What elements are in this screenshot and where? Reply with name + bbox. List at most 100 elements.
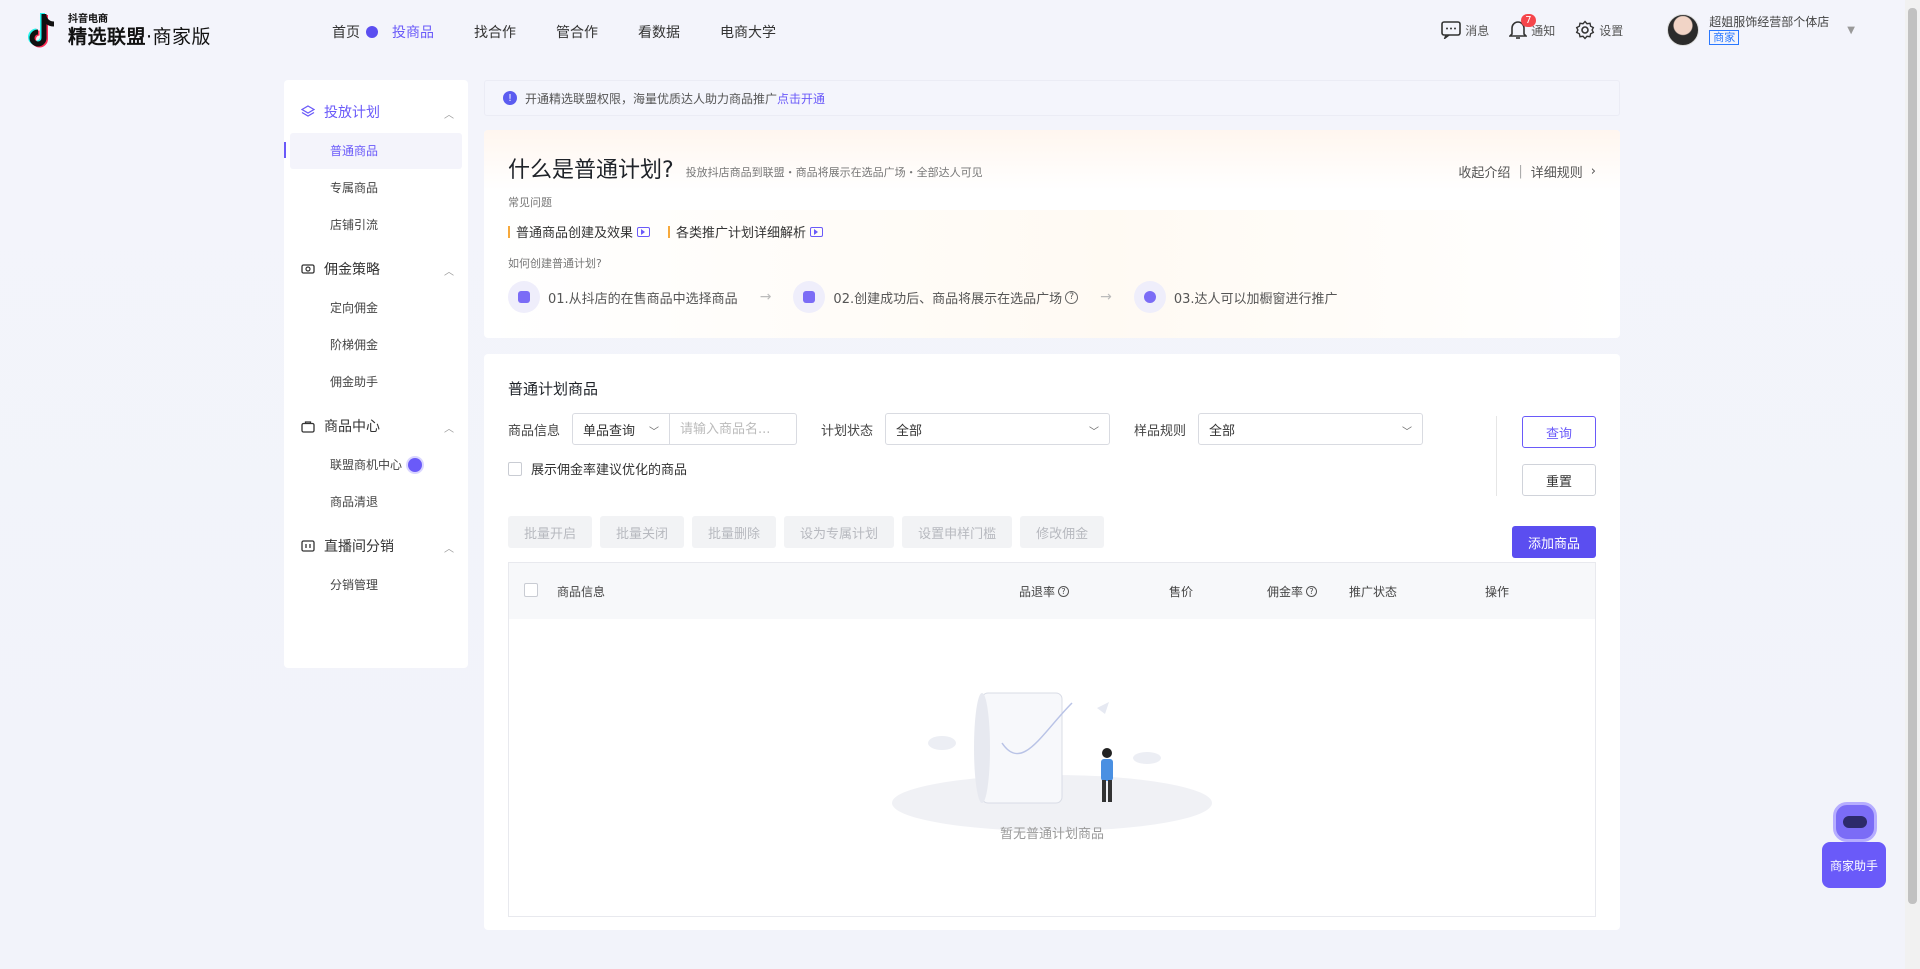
info-icon: ! [503,91,517,105]
help-icon[interactable]: ? [1306,586,1318,597]
user-menu[interactable]: 超姐服饰经营部个体店 商家 ▼ [1667,14,1855,46]
faq-item-normal-products[interactable]: 普通商品创建及效果 [508,222,651,241]
nav-data[interactable]: 看数据 [638,22,680,42]
top-bar: 抖音电商 精选联盟·商家版 首页 投商品 找合作 管合作 看数据 电商大学 消息… [0,0,1905,64]
plan-status-select[interactable]: 全部 ﹀ [885,413,1111,445]
sidebar-item-product-removal[interactable]: 商品清退 [290,484,462,520]
sidebar-item-label: 联盟商机中心 [330,458,403,472]
intro-title: 什么是普通计划? [508,158,674,183]
sidebar-item-normal-products[interactable]: 普通商品 [284,133,462,169]
nav-manage-cooperation[interactable]: 管合作 [556,22,598,42]
arrow-right-icon: → [1100,289,1112,305]
page-scrollbar[interactable] [1905,0,1920,969]
sidebar-item-commission-assistant[interactable]: 佣金助手 [290,364,462,400]
live-icon [300,538,316,554]
sidebar-item-exclusive-products[interactable]: 专属商品 [290,170,462,206]
steps-row: 01.从抖店的在售商品中选择商品 → 02.创建成功后、商品将展示在选品广场? … [508,281,1596,313]
select-all-checkbox[interactable] [524,583,538,597]
chevron-right-icon: › [1590,164,1596,179]
query-type-select[interactable]: 单品查询 ﹀ [572,413,671,445]
batch-delete-button[interactable]: 批量删除 [692,516,777,548]
money-icon [300,261,316,277]
filter-row: 商品信息 单品查询 ﹀ 计划状态 全部 ﹀ 样品规则 全部 ﹀ [508,413,1596,445]
filter-divider [1496,416,1497,496]
sidebar-item-label: 商品清退 [330,495,379,509]
suggest-optimize-checkbox[interactable] [508,461,522,476]
sidebar-group-plans[interactable]: 投放计划 ︿ [284,92,468,132]
suggest-optimize-checkbox-row[interactable]: 展示佣金率建议优化的商品 [508,459,1596,478]
chevron-down-icon: ﹀ [1402,427,1413,438]
scrollbar-thumb[interactable] [1908,8,1917,904]
mail-icon [508,281,540,313]
nav-promote-label: 投商品 [392,25,434,41]
col-product-info: 商品信息 [557,585,606,599]
sample-rule-select[interactable]: 全部 ﹀ [1198,413,1424,445]
add-product-button[interactable]: 添加商品 [1511,526,1596,558]
suggest-optimize-label: 展示佣金率建议优化的商品 [531,463,688,478]
sidebar-item-distribution-management[interactable]: 分销管理 [290,567,462,603]
collapse-intro-link[interactable]: 收起介绍 [1458,162,1510,181]
sidebar-group-live-distribution[interactable]: 直播间分销 ︿ [284,526,468,566]
user-role-tag: 商家 [1709,30,1740,45]
col-return-rate: 品退率? [1019,583,1070,600]
sidebar-group-label: 佣金策略 [324,262,380,278]
arrow-right-icon: → [759,289,772,305]
sidebar-item-label: 佣金助手 [330,375,379,389]
query-button[interactable]: 查询 [1522,416,1596,448]
set-sample-threshold-button[interactable]: 设置申样门槛 [902,516,1013,548]
sidebar-group-product-center[interactable]: 商品中心 ︿ [284,406,468,446]
section-title: 普通计划商品 [508,380,599,398]
faq-label: 常见问题 [508,196,552,209]
chevron-down-icon: ﹀ [649,427,660,438]
main-nav: 首页 投商品 找合作 管合作 看数据 电商大学 [332,22,816,42]
sidebar-item-tiered-commission[interactable]: 阶梯佣金 [290,327,462,363]
batch-disable-button[interactable]: 批量关闭 [600,516,685,548]
nav-promote-products[interactable]: 投商品 [392,22,434,42]
faq-item-label: 各类推广计划详细解析 [676,226,807,241]
message-button[interactable]: 消息 [1441,21,1489,39]
intro-panel: 什么是普通计划? 投放抖店商品到联盟・商品将展示在选品广场・全部达人可见 收起介… [484,130,1620,338]
sidebar-group-commission[interactable]: 佣金策略 ︿ [284,249,468,289]
logo[interactable]: 抖音电商 精选联盟·商家版 [26,12,211,50]
sidebar-group-label: 商品中心 [324,419,380,435]
set-exclusive-button[interactable]: 设为专属计划 [784,516,895,548]
sidebar-item-targeted-commission[interactable]: 定向佣金 [290,290,462,326]
sample-rule-label: 样品规则 [1134,423,1187,439]
col-price: 售价 [1169,585,1194,599]
reset-button[interactable]: 重置 [1522,464,1596,496]
help-icon[interactable]: ? [1065,290,1079,304]
notice-button[interactable]: 7 通知 [1509,14,1555,40]
batch-enable-button[interactable]: 批量开启 [508,516,593,548]
faq-item-plans-analysis[interactable]: 各类推广计划详细解析 [668,222,824,241]
chevron-up-icon: ︿ [444,110,454,121]
sidebar-item-label: 阶梯佣金 [330,338,379,352]
sidebar-item-store-traffic[interactable]: 店铺引流 [290,207,462,243]
notice-badge: 7 [1521,14,1536,27]
settings-button[interactable]: 设置 [1575,20,1623,40]
plan-status-value: 全部 [896,423,923,439]
new-dot-icon [408,458,423,472]
open-permission-link[interactable]: 点击开通 [777,90,825,107]
sidebar: 投放计划 ︿ 普通商品 专属商品 店铺引流 佣金策略 ︿ 定向佣金 阶梯佣金 佣… [284,80,468,668]
nav-home[interactable]: 首页 [332,22,378,42]
nav-dot-icon [366,26,378,38]
product-search-input[interactable] [670,413,798,445]
detailed-rules-link[interactable]: 详细规则 [1531,162,1583,181]
sidebar-item-label: 分销管理 [330,578,379,592]
plan-status-label: 计划状态 [821,423,874,439]
avatar [1667,14,1700,46]
message-label: 消息 [1465,23,1490,38]
main-content: ! 开通精选联盟权限，海量优质达人助力商品推广 点击开通 什么是普通计划? 投放… [484,80,1620,930]
chevron-up-icon: ︿ [444,424,454,435]
sidebar-item-label: 普通商品 [330,144,379,158]
help-icon[interactable]: ? [1058,586,1070,597]
modify-commission-button[interactable]: 修改佣金 [1020,516,1105,548]
video-play-icon [637,226,651,237]
user-name: 超姐服饰经营部个体店 [1709,15,1830,29]
nav-find-cooperation[interactable]: 找合作 [474,22,516,42]
table-header: 商品信息 品退率? 售价 佣金率? 推广状态 操作 [509,563,1595,619]
sidebar-item-opportunity-center[interactable]: 联盟商机中心 [290,447,462,483]
nav-university[interactable]: 电商大学 [720,22,776,42]
intro-description: 投放抖店商品到联盟・商品将展示在选品广场・全部达人可见 [685,166,983,179]
merchant-assistant-widget[interactable]: 商家助手 [1822,802,1886,888]
